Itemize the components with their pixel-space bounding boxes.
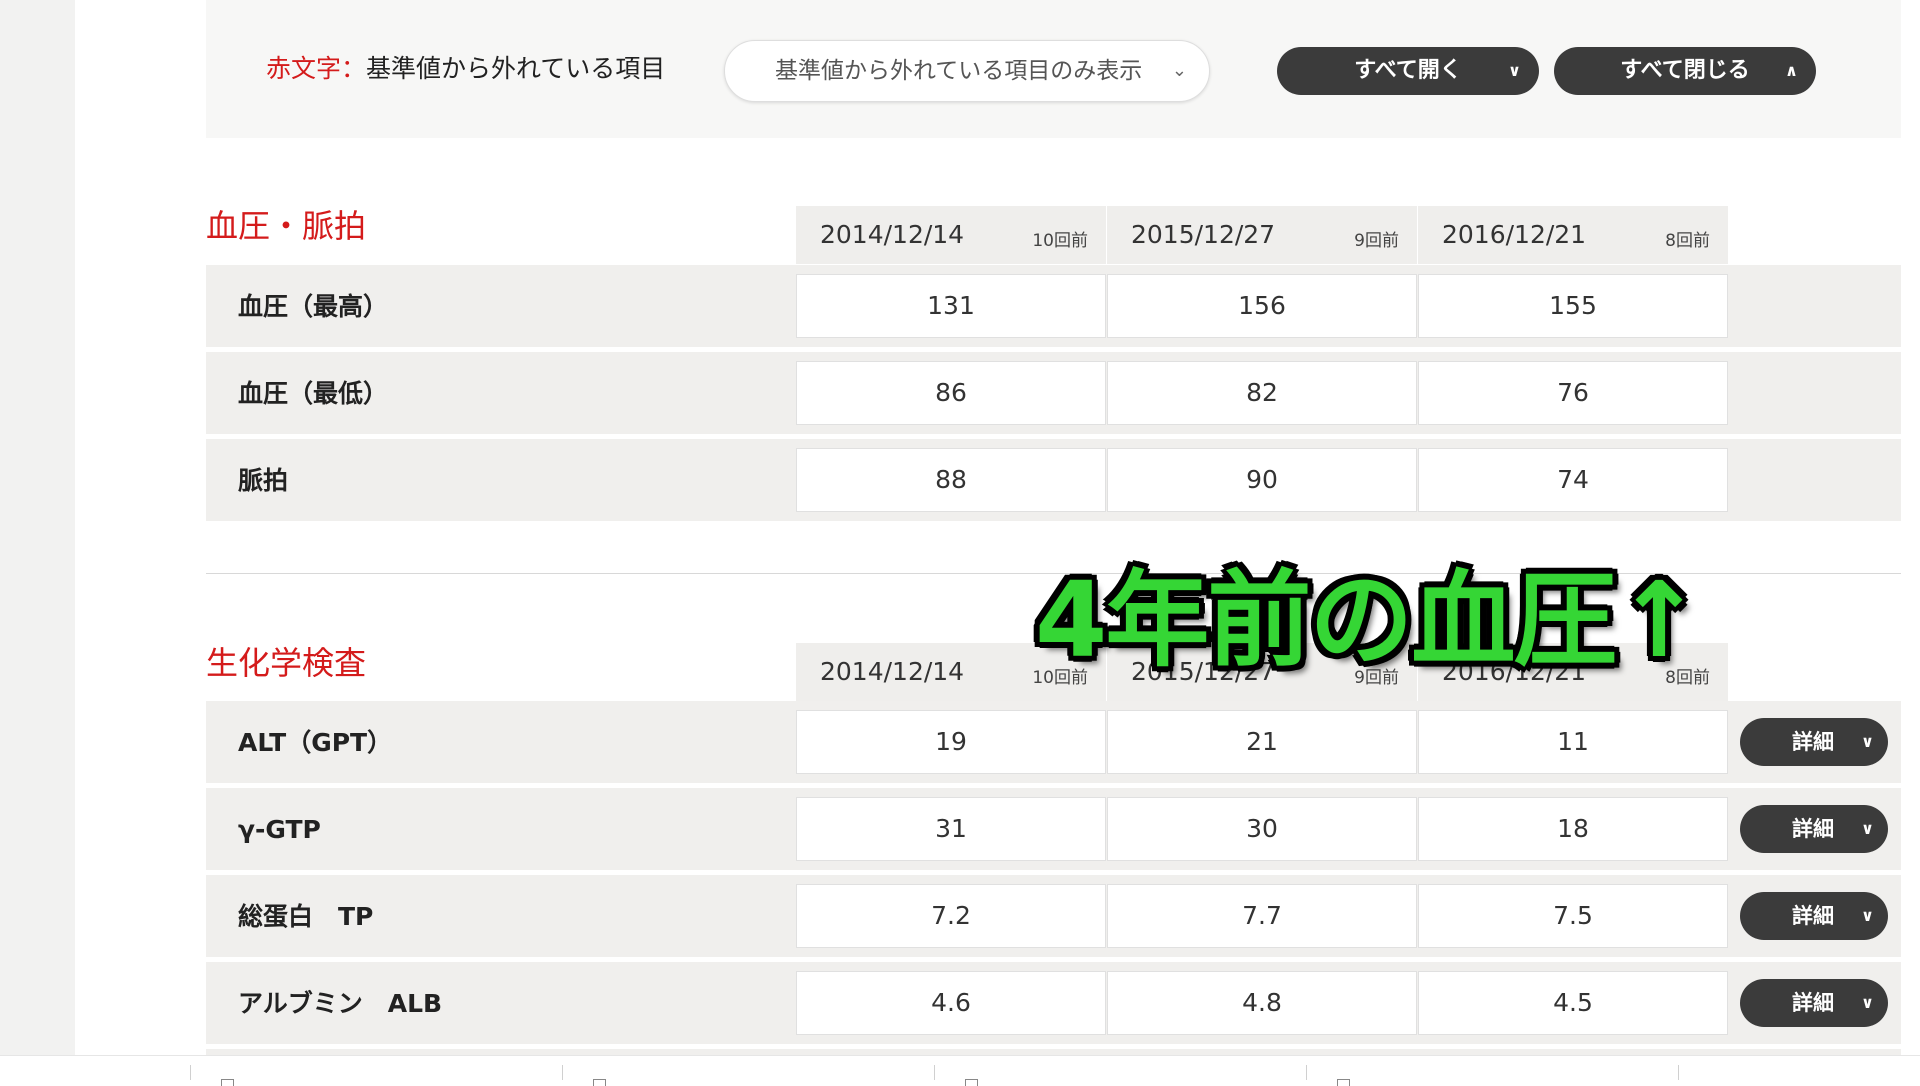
column-header: 2016/12/21 8回前 [1418,206,1728,264]
chevron-up-icon: ∧ [1785,61,1798,80]
left-margin [0,0,75,1055]
column-header: 2014/12/14 10回前 [796,206,1106,264]
value-cell: 4.6 [796,971,1106,1035]
chevron-down-icon: ∨ [1861,819,1874,838]
chevron-down-icon: ∨ [1508,61,1521,80]
detail-label: 詳細 [1792,730,1834,754]
row-label: 血圧（最低） [238,379,389,408]
column-date: 2014/12/14 [820,657,965,686]
value-cell: 82 [1107,361,1417,425]
value-cell: 4.5 [1418,971,1728,1035]
value-cell: 7.2 [796,884,1106,948]
filter-bar: 赤文字：基準値から外れている項目 基準値から外れている項目のみ表示 ⌄ すべて開… [206,0,1901,138]
bottom-tile[interactable] [1678,1065,1919,1080]
row-label: アルブミン ALB [238,989,443,1018]
detail-label: 詳細 [1792,817,1834,841]
detail-button[interactable]: 詳細 ∨ [1740,979,1888,1027]
section-title-blood-pressure: 血圧・脈拍 [206,207,367,245]
expand-all-label: すべて開く [1354,58,1462,83]
expand-all-button[interactable]: すべて開く ∨ [1277,47,1539,95]
value-cell: 7.7 [1107,884,1417,948]
bottom-tile[interactable] [1306,1065,1677,1086]
chevron-down-icon: ⌄ [1171,60,1187,81]
value-cell: 31 [796,797,1106,861]
chevron-down-icon: ∨ [1861,906,1874,925]
column-visit-count: 9回前 [1354,231,1399,251]
document-icon [965,1079,978,1086]
row-label: γ-GTP [238,815,321,844]
column-date: 2015/12/27 [1131,220,1276,249]
chevron-down-icon: ∨ [1861,993,1874,1012]
collapse-all-label: すべて閉じる [1620,58,1750,83]
overlay-caption: 4年前の血圧↑ [1035,559,1703,681]
collapse-all-button[interactable]: すべて閉じる ∧ [1554,47,1816,95]
value-cell: 4.8 [1107,971,1417,1035]
legend-red-label: 赤文字： [266,54,367,83]
row-label: 血圧（最高） [238,292,389,321]
value-cell: 155 [1418,274,1728,338]
row-label: ALT（GPT） [238,728,393,757]
row-label: 総蛋白 TP [238,902,374,931]
detail-button[interactable]: 詳細 ∨ [1740,718,1888,766]
value-cell: 86 [796,361,1106,425]
value-cell: 30 [1107,797,1417,861]
value-cell: 11 [1418,710,1728,774]
detail-button[interactable]: 詳細 ∨ [1740,892,1888,940]
chevron-down-icon: ∨ [1861,732,1874,751]
bottom-tile[interactable] [562,1065,933,1086]
document-icon [221,1079,234,1086]
bottom-tile[interactable] [934,1065,1305,1086]
detail-button[interactable]: 詳細 ∨ [1740,805,1888,853]
row-label: 脈拍 [238,466,289,495]
bottom-tile[interactable] [190,1065,561,1086]
value-cell: 19 [796,710,1106,774]
document-icon [1337,1079,1350,1086]
column-date: 2014/12/14 [820,220,965,249]
value-cell: 21 [1107,710,1417,774]
value-cell: 88 [796,448,1106,512]
document-icon [593,1079,606,1086]
section-title-biochemistry: 生化学検査 [206,644,367,682]
detail-label: 詳細 [1792,904,1834,928]
value-cell: 18 [1418,797,1728,861]
value-cell: 131 [796,274,1106,338]
abnormal-legend: 赤文字：基準値から外れている項目 [266,49,665,85]
value-cell: 74 [1418,448,1728,512]
display-filter-value: 基準値から外れている項目のみ表示 [775,58,1143,84]
column-header: 2015/12/27 9回前 [1107,206,1417,264]
value-cell: 7.5 [1418,884,1728,948]
value-cell: 76 [1418,361,1728,425]
legend-text: 基準値から外れている項目 [366,54,666,83]
value-cell: 90 [1107,448,1417,512]
display-filter-select[interactable]: 基準値から外れている項目のみ表示 ⌄ [724,40,1210,102]
column-visit-count: 8回前 [1665,231,1710,251]
column-date: 2016/12/21 [1442,220,1587,249]
column-visit-count: 10回前 [1032,231,1088,251]
value-cell: 156 [1107,274,1417,338]
detail-label: 詳細 [1792,991,1834,1015]
